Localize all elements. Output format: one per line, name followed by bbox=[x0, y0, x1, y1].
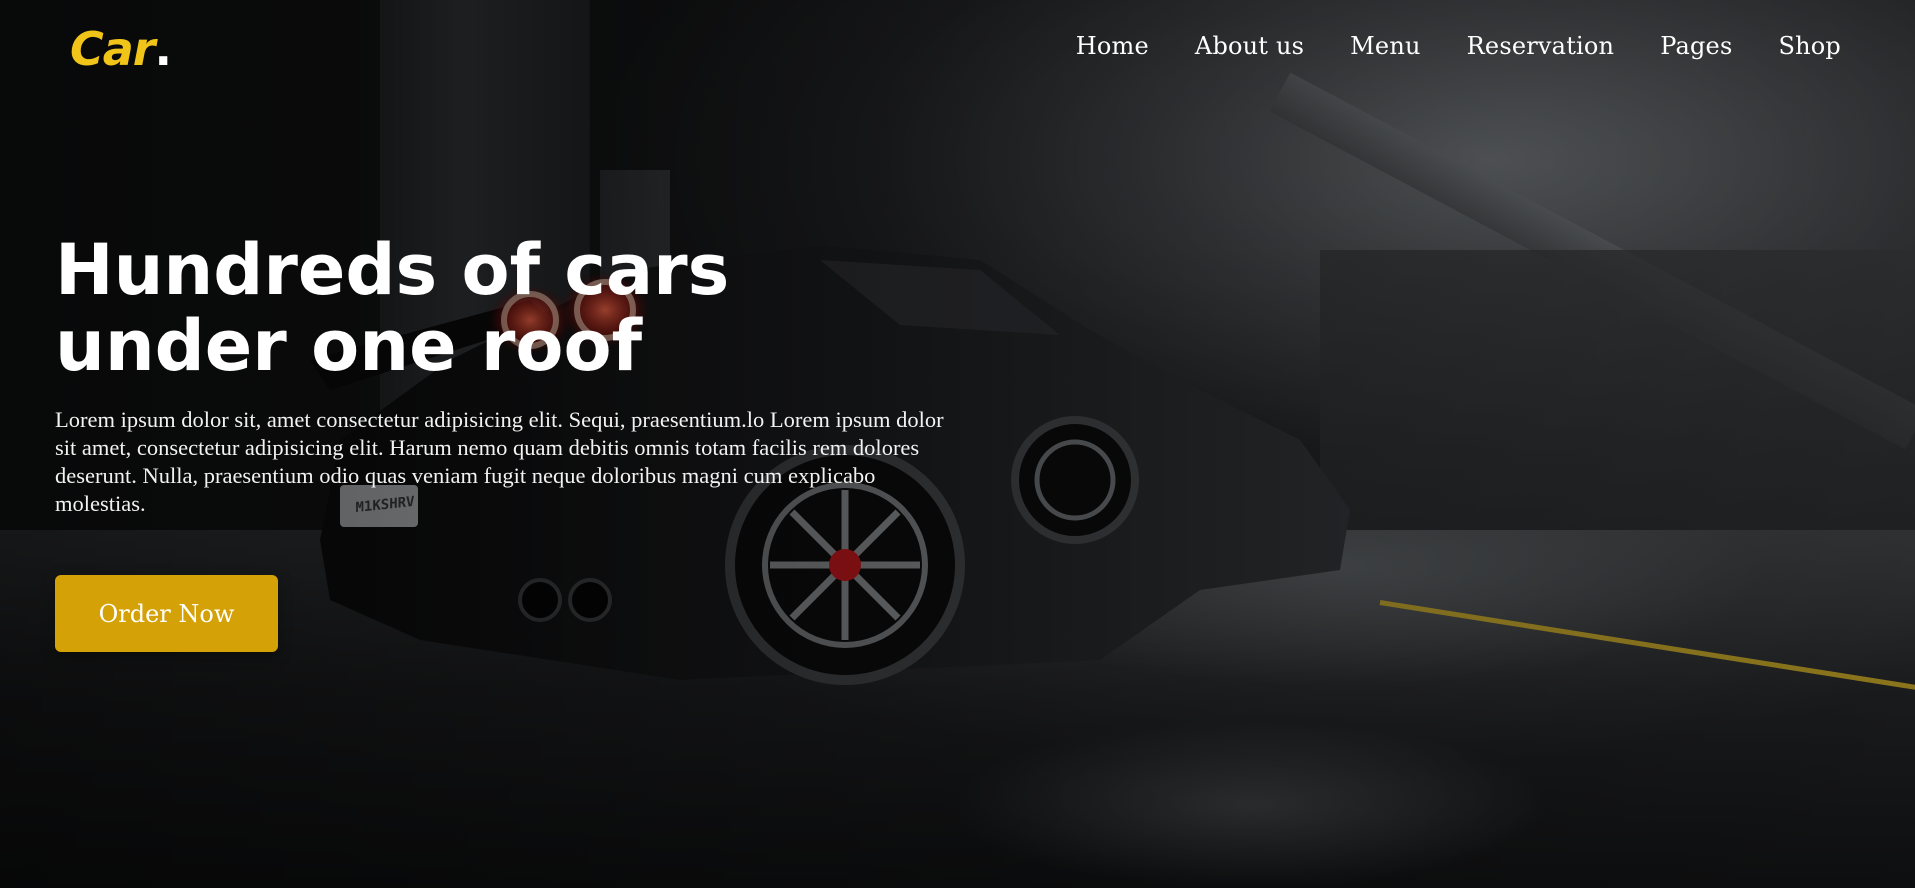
brand-logo-dot: . bbox=[154, 22, 173, 76]
nav-item: Shop bbox=[1778, 28, 1841, 64]
nav-link-shop[interactable]: Shop bbox=[1778, 32, 1841, 60]
nav-link-reservation[interactable]: Reservation bbox=[1467, 32, 1615, 60]
hero-content: Hundreds of cars under one roof Lorem ip… bbox=[55, 232, 955, 518]
order-now-button[interactable]: Order Now bbox=[55, 575, 278, 652]
nav-link-about-us[interactable]: About us bbox=[1195, 32, 1304, 60]
hero-description: Lorem ipsum dolor sit, amet consectetur … bbox=[55, 407, 944, 516]
nav-item: Menu bbox=[1350, 28, 1421, 64]
hero-section: Car. Home About us Menu Reservation Page… bbox=[0, 0, 1915, 888]
nav-item: Reservation bbox=[1467, 28, 1615, 64]
nav-link-home[interactable]: Home bbox=[1076, 32, 1149, 60]
brand-logo[interactable]: Car. bbox=[70, 20, 173, 78]
nav-item: About us bbox=[1195, 28, 1304, 64]
nav-link-pages[interactable]: Pages bbox=[1660, 32, 1732, 60]
brand-logo-word: Car bbox=[70, 22, 155, 76]
hero-headline: Hundreds of cars under one roof bbox=[55, 229, 730, 387]
nav-item: Home bbox=[1076, 28, 1149, 64]
top-navigation: Car. Home About us Menu Reservation Page… bbox=[0, 0, 1915, 95]
nav-menu: Home About us Menu Reservation Pages Sho… bbox=[1076, 28, 1841, 64]
nav-link-menu[interactable]: Menu bbox=[1350, 32, 1421, 60]
nav-item: Pages bbox=[1660, 28, 1732, 64]
